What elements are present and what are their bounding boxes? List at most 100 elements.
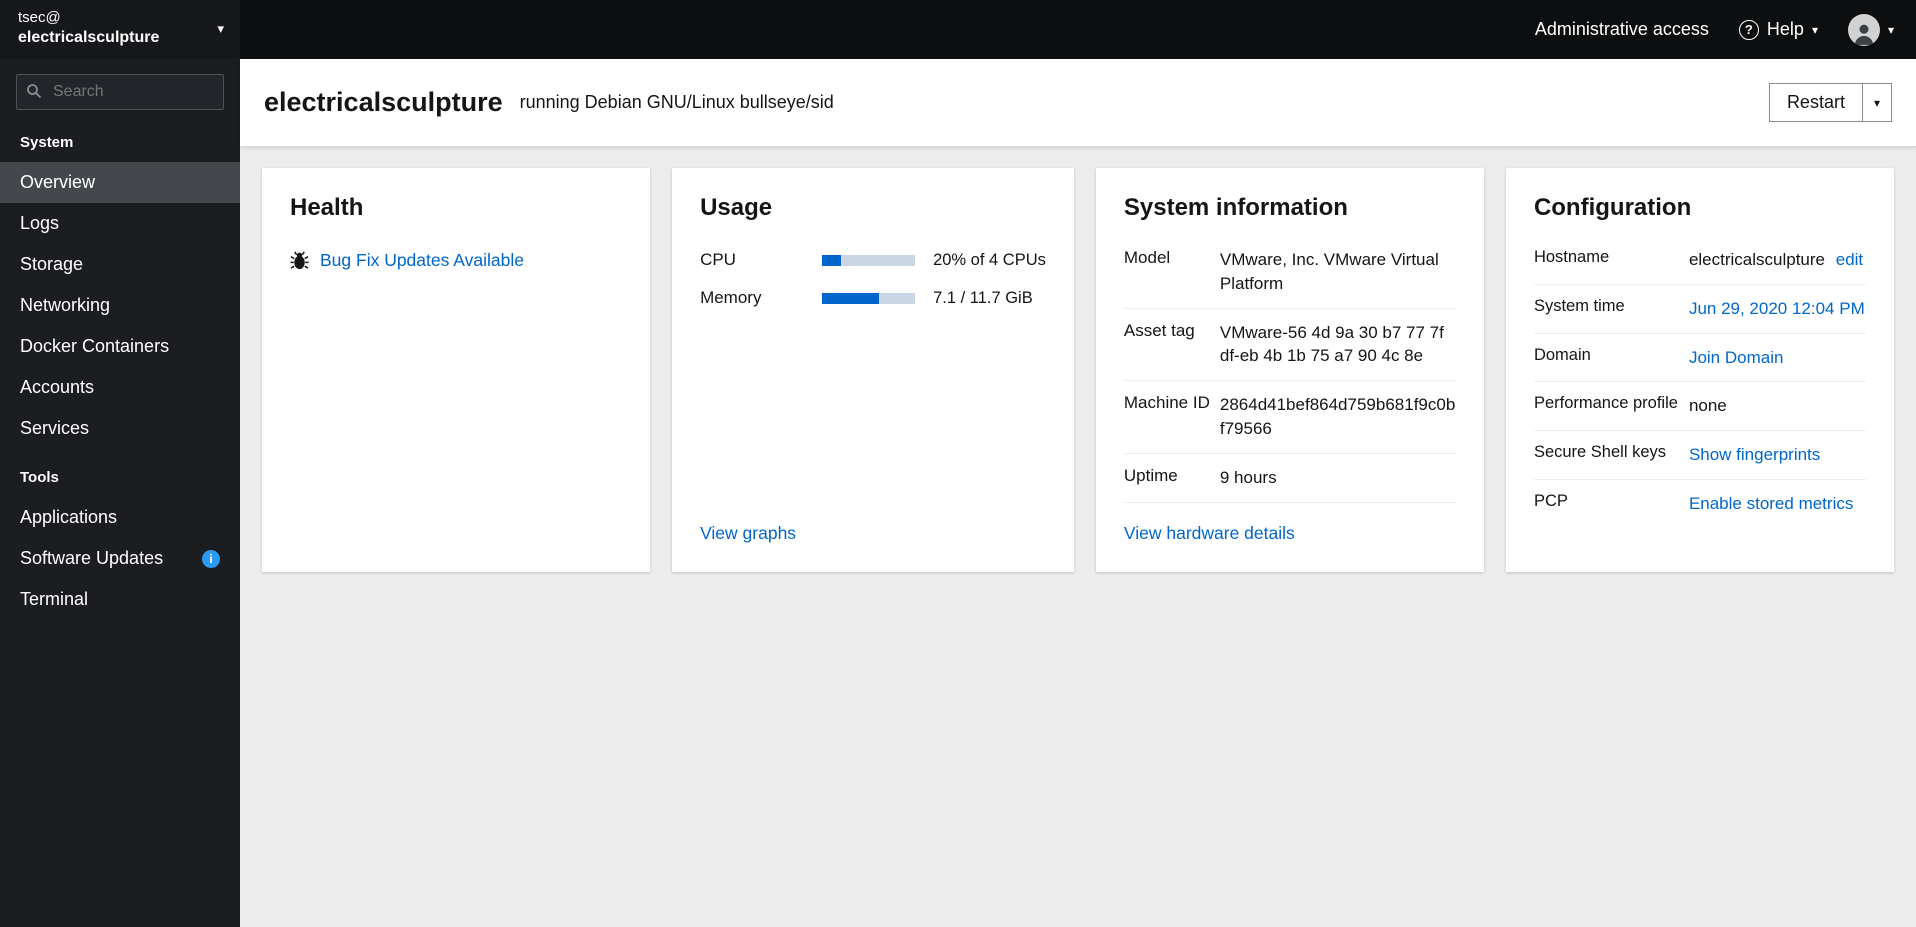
memory-progress-fill: [822, 292, 879, 304]
chevron-down-icon: ▾: [1887, 22, 1894, 37]
sidebar-item-label: Docker Containers: [20, 336, 170, 356]
table-row: Machine ID 2864d41bef864d759b681f9c0bf79…: [1123, 381, 1456, 454]
memory-progress-bar: [822, 292, 916, 304]
usage-rows: CPU 20% of 4 CPUs Memory 7.1 / 11.7 GiB: [700, 250, 1046, 326]
info-icon: i: [202, 549, 220, 568]
logged-in-user: tsec@: [18, 9, 61, 26]
sidebar-item-label: Logs: [20, 213, 60, 233]
table-row: System time Jun 29, 2020 12:04 PM: [1533, 285, 1866, 334]
model-label: Model: [1123, 248, 1171, 267]
enable-stored-metrics-link[interactable]: Enable stored metrics: [1689, 494, 1853, 513]
sidebar-nav: System Overview Logs Storage Networking …: [0, 114, 240, 620]
sidebar-item-networking[interactable]: Networking: [0, 285, 240, 326]
hostname-value: electricalsculpture edit: [1689, 248, 1866, 272]
health-card-title: Health: [290, 194, 364, 221]
sidebar-item-label: Services: [20, 418, 90, 438]
table-row: Performance profile none: [1533, 382, 1866, 432]
table-row: PCP Enable stored metrics: [1534, 480, 1866, 528]
performance-profile-value: none: [1688, 396, 1727, 416]
restart-dropdown-toggle[interactable]: ▾: [1861, 83, 1892, 122]
help-menu[interactable]: ? Help ▾: [1738, 19, 1818, 40]
help-icon: ?: [1738, 19, 1759, 40]
sidebar-item-accounts[interactable]: Accounts: [0, 367, 240, 408]
model-value: VMware, Inc. VMware Virtual Platform: [1219, 250, 1439, 293]
sidebar-item-label: Applications: [20, 507, 118, 527]
sidebar-item-label: Networking: [20, 295, 111, 315]
cpu-usage-row: CPU 20% of 4 CPUs: [700, 250, 1046, 270]
search-input[interactable]: [16, 74, 224, 110]
bug-icon: [290, 251, 309, 270]
memory-usage-row: Memory 7.1 / 11.7 GiB: [700, 288, 1046, 308]
sidebar-item-label: Storage: [20, 254, 84, 274]
bug-fix-updates-link[interactable]: Bug Fix Updates Available: [320, 250, 524, 271]
cpu-usage-value: 20% of 4 CPUs: [933, 250, 1046, 269]
memory-label: Memory: [700, 288, 762, 307]
chevron-down-icon: ▾: [217, 21, 224, 36]
pcp-label: PCP: [1533, 491, 1568, 510]
overview-content: Health Bug Fix Updates Available Usage C…: [240, 146, 1916, 927]
table-row: Domain Join Domain: [1533, 334, 1866, 383]
sidebar-item-logs[interactable]: Logs: [0, 203, 240, 244]
topbar: Administrative access ? Help ▾ ▾: [240, 0, 1916, 59]
user-icon: [1854, 24, 1874, 45]
system-information-card-title: System information: [1123, 194, 1348, 221]
sidebar-item-docker-containers[interactable]: Docker Containers: [0, 326, 240, 367]
sidebar-item-terminal[interactable]: Terminal: [0, 579, 240, 620]
table-row: Hostname electricalsculpture edit: [1533, 236, 1866, 285]
usage-card-footer: View graphs: [700, 523, 1046, 544]
usage-card-title: Usage: [700, 194, 773, 221]
sidebar-item-overview[interactable]: Overview: [0, 162, 240, 203]
administrative-access-label: Administrative access: [1534, 19, 1709, 39]
system-information-card-footer: View hardware details: [1124, 523, 1456, 544]
restart-button[interactable]: Restart: [1768, 83, 1863, 122]
view-hardware-details-link[interactable]: View hardware details: [1124, 523, 1295, 543]
sidebar-item-applications[interactable]: Applications: [0, 497, 240, 538]
asset-tag-label: Asset tag: [1123, 320, 1195, 340]
domain-label: Domain: [1533, 345, 1591, 364]
sidebar-item-software-updates[interactable]: Software Updates i: [0, 538, 240, 579]
sidebar-item-services[interactable]: Services: [0, 408, 240, 449]
memory-usage-value: 7.1 / 11.7 GiB: [933, 288, 1033, 307]
help-label: Help: [1766, 19, 1804, 39]
health-card: Health Bug Fix Updates Available: [262, 168, 651, 572]
sidebar-item-label: Terminal: [20, 589, 89, 609]
edit-hostname-link[interactable]: edit: [1836, 250, 1863, 269]
system-time-link[interactable]: Jun 29, 2020 12:04 PM: [1689, 299, 1865, 318]
configuration-rows: Hostname electricalsculpture edit System…: [1533, 236, 1866, 528]
health-updates-row: Bug Fix Updates Available: [290, 250, 622, 271]
hostname-label: Hostname: [1533, 248, 1610, 266]
cpu-progress-fill: [822, 254, 841, 266]
table-row: Uptime 9 hours: [1123, 454, 1456, 503]
machine-id-value: 2864d41bef864d759b681f9c0bf79566: [1219, 395, 1456, 438]
current-host: electricalsculpture: [18, 29, 160, 46]
join-domain-link[interactable]: Join Domain: [1689, 348, 1784, 367]
nav-section-tools: Tools: [20, 469, 59, 486]
sidebar-item-label: Software Updates: [20, 548, 164, 568]
configuration-card-title: Configuration: [1533, 194, 1692, 221]
view-graphs-link[interactable]: View graphs: [700, 523, 796, 543]
search-icon: [26, 83, 42, 104]
host-switcher[interactable]: tsec@ electricalsculpture ▾: [0, 0, 240, 59]
administrative-access-button[interactable]: Administrative access: [1535, 19, 1709, 40]
performance-profile-label: Performance profile: [1533, 394, 1678, 413]
sidebar-item-label: Overview: [20, 172, 96, 192]
cpu-progress-bar: [822, 254, 916, 266]
table-row: Asset tag VMware-56 4d 9a 30 b7 77 7f df…: [1123, 309, 1456, 382]
sidebar-search: [16, 74, 224, 110]
system-information-card: System information Model VMware, Inc. VM…: [1095, 168, 1484, 572]
session-menu[interactable]: ▾: [1847, 13, 1894, 46]
table-row: Model VMware, Inc. VMware Virtual Platfo…: [1123, 236, 1456, 309]
table-row: Secure Shell keys Show fingerprints: [1533, 431, 1866, 480]
page-header: electricalsculpture running Debian GNU/L…: [240, 59, 1916, 146]
os-description: running Debian GNU/Linux bullseye/sid: [519, 92, 834, 112]
show-fingerprints-link[interactable]: Show fingerprints: [1689, 445, 1820, 464]
sidebar-item-storage[interactable]: Storage: [0, 244, 240, 285]
secure-shell-keys-label: Secure Shell keys: [1533, 443, 1667, 462]
hostname-text: electricalsculpture: [1688, 250, 1825, 269]
asset-tag-value: VMware-56 4d 9a 30 b7 77 7f df-eb 4b 1b …: [1219, 322, 1444, 366]
configuration-card: Configuration Hostname electricalsculptu…: [1505, 168, 1894, 572]
system-information-rows: Model VMware, Inc. VMware Virtual Platfo…: [1123, 236, 1456, 503]
chevron-down-icon: ▾: [1873, 95, 1880, 110]
sidebar: tsec@ electricalsculpture ▾ System Overv…: [0, 0, 240, 927]
main-column: Administrative access ? Help ▾ ▾ electri…: [240, 0, 1916, 927]
